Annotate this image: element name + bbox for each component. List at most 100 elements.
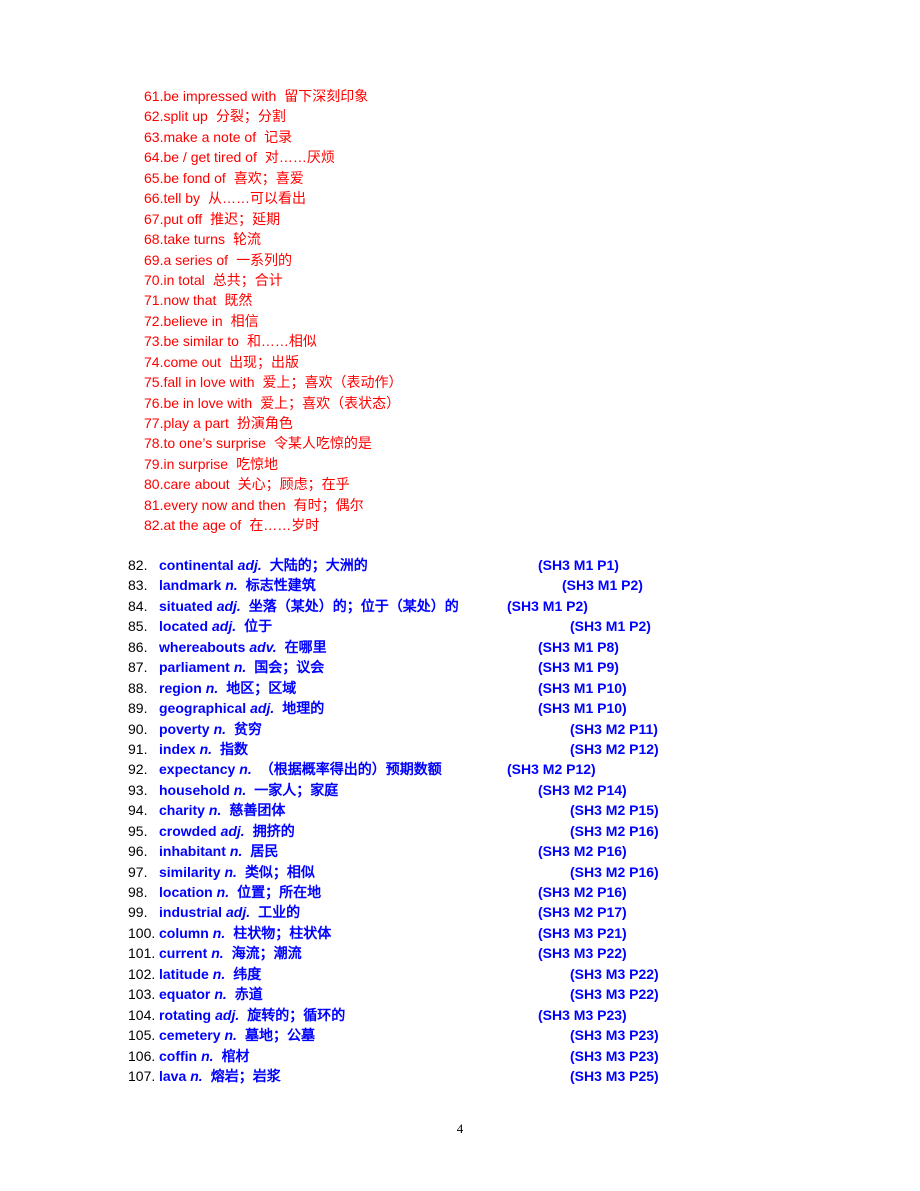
vocab-chinese: 工业的 xyxy=(258,904,301,921)
textbook-reference: (SH3 M2 P12) xyxy=(507,761,596,778)
vocab-item: 100. column n. 柱状物；柱状体 (SH3 M3 P21) xyxy=(128,923,688,943)
phrase-chinese: 推迟；延期 xyxy=(210,210,281,227)
vocab-entry: parliament n. 国会；议会 xyxy=(159,657,324,677)
phrase-english: come out xyxy=(163,353,222,370)
part-of-speech: adj. xyxy=(226,904,251,921)
textbook-reference: (SH3 M3 P23) xyxy=(570,1027,659,1044)
phrase-number: 65. xyxy=(144,169,164,186)
phrase-number: 79. xyxy=(144,455,164,472)
vocab-chinese: 赤道 xyxy=(234,986,263,1003)
phrase-chinese: 既然 xyxy=(224,292,253,309)
vocab-chinese: 棺材 xyxy=(221,1047,250,1064)
vocab-number: 88. xyxy=(128,679,148,696)
phrase-item: 81.every now and then 有时；偶尔 xyxy=(144,495,403,515)
phrase-number: 71. xyxy=(144,292,164,309)
vocab-number: 98. xyxy=(128,884,148,900)
vocab-number: 96. xyxy=(128,843,148,860)
phrase-chinese: 令某人吃惊的是 xyxy=(273,435,372,452)
part-of-speech: n. xyxy=(205,679,219,696)
vocab-word: crowded xyxy=(159,822,217,839)
vocab-chinese: 旋转的；循环的 xyxy=(247,1006,346,1023)
textbook-reference: (SH3 M3 P25) xyxy=(570,1067,659,1084)
vocab-entry: similarity n. 类似；相似 xyxy=(159,862,315,882)
phrase-english: to one’s surprise xyxy=(163,435,266,452)
phrase-english: be impressed with xyxy=(163,88,277,104)
vocab-entry: expectancy n. （根据概率得出的）预期数额 xyxy=(159,759,442,779)
textbook-reference: (SH3 M2 P16) xyxy=(570,822,659,839)
vocab-item: 87. parliament n. 国会；议会 (SH3 M1 P9) xyxy=(128,657,688,677)
vocab-word: poverty xyxy=(159,720,210,737)
phrase-english: play a part xyxy=(163,415,229,431)
vocab-chinese: 居民 xyxy=(250,843,279,860)
phrase-english: be / get tired of xyxy=(163,149,257,166)
part-of-speech: adj. xyxy=(216,597,241,614)
vocab-chinese: 纬度 xyxy=(233,965,262,982)
vocab-word: cemetery xyxy=(159,1027,221,1044)
vocab-entry: equator n. 赤道 xyxy=(159,984,263,1004)
phrase-chinese: 关心；顾虑；在乎 xyxy=(237,476,350,493)
phrase-chinese: 分裂；分割 xyxy=(215,108,286,125)
vocab-number: 82. xyxy=(128,557,148,573)
vocab-item: 106. coffin n. 棺材 (SH3 M3 P23) xyxy=(128,1046,688,1066)
vocab-entry: column n. 柱状物；柱状体 xyxy=(159,923,331,943)
phrase-number: 75. xyxy=(144,374,164,391)
vocab-item: 97. similarity n. 类似；相似 (SH3 M2 P16) xyxy=(128,862,688,882)
vocab-item: 96. inhabitant n. 居民 (SH3 M2 P16) xyxy=(128,841,688,861)
vocab-word: geographical xyxy=(159,700,247,717)
phrase-english: be fond of xyxy=(163,169,226,186)
vocab-word: parliament xyxy=(159,659,230,676)
phrase-item: 78.to one’s surprise 令某人吃惊的是 xyxy=(144,433,403,453)
part-of-speech: n. xyxy=(224,1027,237,1044)
phrase-item: 77.play a part 扮演角色 xyxy=(144,413,403,433)
vocab-word: landmark xyxy=(159,577,222,594)
phrase-item: 71.now that 既然 xyxy=(144,290,403,310)
vocab-entry: industrial adj. 工业的 xyxy=(159,902,300,922)
phrase-english: believe in xyxy=(163,312,223,329)
vocab-item: 94. charity n. 慈善团体 (SH3 M2 P15) xyxy=(128,800,688,820)
textbook-reference: (SH3 M1 P2) xyxy=(562,577,643,594)
phrase-chinese: 出现；出版 xyxy=(229,353,300,370)
vocab-chinese: 海流；潮流 xyxy=(231,945,302,962)
page-number: 4 xyxy=(456,1121,464,1136)
textbook-reference: (SH3 M1 P2) xyxy=(570,618,651,635)
vocab-item: 99. industrial adj. 工业的 (SH3 M2 P17) xyxy=(128,902,688,922)
vocab-item: 86. whereabouts adv. 在哪里 (SH3 M1 P8) xyxy=(128,637,688,657)
phrase-english: a series of xyxy=(163,251,229,268)
phrase-number: 80. xyxy=(144,476,164,493)
vocab-entry: index n. 指数 xyxy=(159,739,248,759)
part-of-speech: n. xyxy=(212,965,226,982)
phrase-number: 72. xyxy=(144,312,164,329)
phrase-number: 66. xyxy=(144,190,164,207)
phrase-number: 63. xyxy=(144,128,164,145)
vocab-entry: location n. 位置；所在地 xyxy=(159,882,321,902)
vocab-chinese: 标志性建筑 xyxy=(245,577,316,594)
phrase-english: now that xyxy=(163,292,217,309)
vocab-chinese: 慈善团体 xyxy=(229,802,286,819)
part-of-speech: adj. xyxy=(237,557,262,573)
vocab-entry: cemetery n. 墓地；公墓 xyxy=(159,1025,315,1045)
phrase-chinese: 吃惊地 xyxy=(236,455,279,472)
vocab-entry: lava n. 熔岩；岩浆 xyxy=(159,1066,281,1086)
phrase-english: care about xyxy=(163,476,230,493)
part-of-speech: n. xyxy=(199,740,213,757)
vocab-entry: poverty n. 贫穷 xyxy=(159,719,262,739)
vocab-number: 97. xyxy=(128,863,148,880)
phrase-chinese: 爱上；喜欢（表动作） xyxy=(262,374,403,391)
phrase-english: put off xyxy=(163,210,203,227)
part-of-speech: n. xyxy=(211,945,224,962)
vocab-chinese: 贫穷 xyxy=(234,720,263,737)
vocab-item: 98. location n. 位置；所在地 (SH3 M2 P16) xyxy=(128,882,688,902)
vocab-entry: charity n. 慈善团体 xyxy=(159,800,285,820)
phrase-item: 63.make a note of 记录 xyxy=(144,127,403,147)
part-of-speech: adj. xyxy=(220,822,245,839)
phrase-number: 69. xyxy=(144,251,164,268)
vocab-number: 100. xyxy=(128,924,156,941)
phrase-english: tell by xyxy=(163,190,201,207)
textbook-reference: (SH3 M3 P22) xyxy=(538,945,627,962)
vocabulary-list: 82. continental adj. 大陆的；大洲的 (SH3 M1 P1) 8… xyxy=(128,555,688,1086)
part-of-speech: n. xyxy=(212,924,226,941)
phrase-english: be similar to xyxy=(163,333,239,350)
document-page: 61.be impressed with 留下深刻印象 62.split up 分裂… xyxy=(0,0,920,1191)
vocab-chinese: 指数 xyxy=(220,740,249,757)
vocab-word: similarity xyxy=(159,863,221,880)
